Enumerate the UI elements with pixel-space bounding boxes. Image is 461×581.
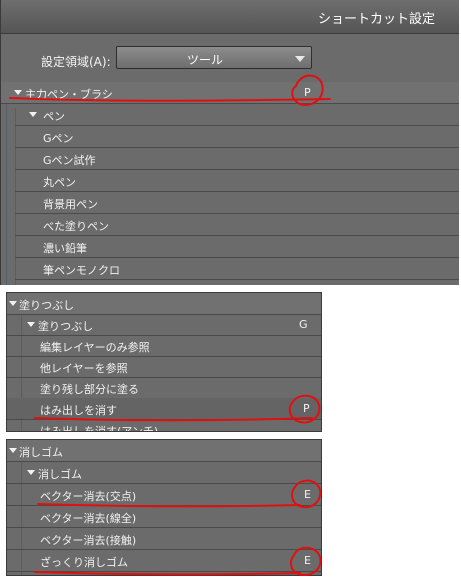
shortcut-settings-panel: ショートカット設定 設定領域(A): ツール 主力ペン・ブラシ P ペン Gペン… <box>0 0 459 285</box>
tree-item-g-pen-trial[interactable]: Gペン試作 <box>15 148 459 170</box>
tree-item-erase-overflow[interactable]: はみ出しを消す P <box>7 398 321 420</box>
tree-item-refer-other-layers[interactable]: 他レイヤーを参照 <box>7 356 321 378</box>
dialog-title: ショートカット設定 <box>317 12 435 27</box>
tree-group-fill-sub[interactable]: 塗りつぶし G <box>7 314 321 336</box>
expand-triangle-icon[interactable] <box>27 322 35 327</box>
expand-triangle-icon[interactable] <box>27 470 35 475</box>
tree-item-vector-erase-touch[interactable]: ベクター消去(接触) <box>7 528 321 550</box>
tree-item-label: はみ出しを消す <box>40 404 117 417</box>
tree-item-label: 筆ペンモノクロ <box>43 264 120 277</box>
tree-group-eraser-sub[interactable]: 消しゴム <box>7 462 321 484</box>
tree-item-label: 他レイヤーを参照 <box>40 362 128 375</box>
shortcut-key: E <box>304 488 311 501</box>
tree-item-label: 消しゴム <box>38 468 82 481</box>
settings-domain-value: ツール <box>186 53 223 67</box>
tree-item-fill-gaps[interactable]: 塗り残し部分に塗る <box>7 377 321 399</box>
tree-item-label: ベクター消去(線全) <box>40 512 137 525</box>
tree-item-label: 塗りつぶし <box>19 299 75 312</box>
settings-domain-label: 設定領域(A): <box>41 55 111 69</box>
tree-group-pen[interactable]: ペン <box>15 104 459 126</box>
shortcut-key: G <box>299 318 308 331</box>
tree-item-label: べた塗りペン <box>43 220 109 233</box>
tree-item-brush-pen-mono[interactable]: 筆ペンモノクロ <box>15 258 459 280</box>
tree-item-label: Gペン試作 <box>43 154 96 167</box>
tree-item-vector-erase-whole-line[interactable]: ベクター消去(線全) <box>7 506 321 528</box>
expand-triangle-icon[interactable] <box>29 112 37 117</box>
tree-item-label: 塗りつぶし <box>38 320 94 333</box>
tree-item-vector-erase-intersection[interactable]: ベクター消去(交点) E <box>7 484 321 506</box>
tree-group-main-pen-brush[interactable]: 主力ペン・ブラシ P <box>1 82 459 104</box>
tree-group-fill[interactable]: 塗りつぶし <box>7 293 321 315</box>
tree-item-label: はみ出しを消す(アンチ) <box>40 425 159 432</box>
tree-item-label: Gペン <box>43 132 74 145</box>
tree-item-rough-eraser[interactable]: ざっくり消しゴム E <box>7 550 321 572</box>
tree-item-label: 背景用ペン <box>43 198 98 211</box>
tree-item-label: ベクター消去(接触) <box>40 534 137 547</box>
tree-item-g-pen[interactable]: Gペン <box>15 126 459 148</box>
tree-item-label: 編集レイヤーのみ参照 <box>40 341 150 354</box>
tree-group-eraser[interactable]: 消しゴム <box>7 440 321 462</box>
tree-item-background-pen[interactable]: 背景用ペン <box>15 192 459 214</box>
expand-triangle-icon[interactable] <box>14 90 22 95</box>
tree-item-label: ベクター消去(交点) <box>40 490 137 503</box>
fill-tools-panel: 塗りつぶし 塗りつぶし G 編集レイヤーのみ参照 他レイヤーを参照 塗り残し部分… <box>6 292 322 432</box>
chevron-down-icon <box>295 56 305 62</box>
tree-item-erase-overflow-antialias[interactable]: はみ出しを消す(アンチ) <box>7 419 321 432</box>
tree-item-label: 丸ペン <box>43 176 76 189</box>
eraser-tools-panel: 消しゴム 消しゴム ベクター消去(交点) E ベクター消去(線全) ベクター消去… <box>6 439 322 576</box>
tree-guide-line <box>6 84 7 285</box>
tree-item-label: 塗り残し部分に塗る <box>40 383 139 396</box>
tree-item-round-pen[interactable]: 丸ペン <box>15 170 459 192</box>
shortcut-key: E <box>304 554 311 567</box>
expand-triangle-icon[interactable] <box>9 448 17 453</box>
expand-triangle-icon[interactable] <box>9 301 17 306</box>
settings-domain-dropdown[interactable]: ツール <box>116 46 312 69</box>
tree-item-label: ペン <box>43 110 65 123</box>
settings-domain-row: 設定領域(A): ツール <box>1 34 459 82</box>
tree-item-label: 濃い鉛筆 <box>43 242 87 255</box>
shortcut-key: P <box>303 402 310 415</box>
tree-item-label: 主力ペン・ブラシ <box>25 88 113 101</box>
dialog-titlebar[interactable]: ショートカット設定 <box>1 0 459 34</box>
tree-item-label: ざっくり消しゴム <box>40 556 128 569</box>
tree-item-dark-pencil[interactable]: 濃い鉛筆 <box>15 236 459 258</box>
shortcut-key: P <box>304 86 311 99</box>
tree-item-label: 消しゴム <box>19 446 63 459</box>
tree-item-fill-pen[interactable]: べた塗りペン <box>15 214 459 236</box>
tree-item-edit-layer-only[interactable]: 編集レイヤーのみ参照 <box>7 335 321 357</box>
